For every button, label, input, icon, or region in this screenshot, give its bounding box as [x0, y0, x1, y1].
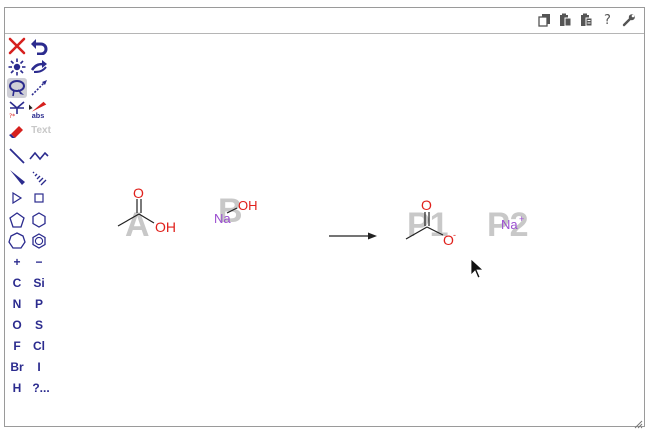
- paste-icon[interactable]: [558, 12, 573, 28]
- atom-button-more[interactable]: ?...: [29, 378, 53, 398]
- sketcher-window: ? ?* abs Text + − C Si N P O S F Cl Br I…: [4, 7, 645, 429]
- paste-special-icon[interactable]: [579, 12, 594, 28]
- top-toolbar: ?: [5, 8, 644, 34]
- clear-icon[interactable]: [7, 36, 27, 56]
- text-tool-label: Text: [31, 124, 51, 136]
- copy-icon[interactable]: [537, 12, 552, 28]
- reaction-icon[interactable]: ?*: [7, 99, 27, 119]
- undo-icon[interactable]: [29, 36, 49, 56]
- drawing-canvas[interactable]: A O OH B Na OH P1 O O - P2 Na +: [55, 35, 644, 426]
- single-bond-icon[interactable]: [7, 146, 27, 166]
- atom-button-cl[interactable]: Cl: [29, 336, 49, 356]
- product-1-o-label: O: [421, 197, 432, 213]
- atom-button-n[interactable]: N: [7, 294, 27, 314]
- svg-text:?*: ?*: [9, 113, 15, 118]
- reactant-b-oh-label: OH: [238, 198, 258, 213]
- atom-button-f[interactable]: F: [7, 336, 27, 356]
- resize-grip-icon[interactable]: [634, 416, 643, 429]
- triangle-icon[interactable]: [7, 188, 27, 208]
- product-2-charge: +: [519, 214, 524, 224]
- reactant-b-na-label: Na: [214, 211, 231, 226]
- clean-icon[interactable]: [7, 57, 27, 77]
- mouse-cursor-icon: [470, 258, 485, 279]
- atom-button-c[interactable]: C: [7, 273, 27, 293]
- settings-wrench-icon[interactable]: [621, 12, 636, 28]
- square-icon[interactable]: [29, 188, 49, 208]
- hash-bond-icon[interactable]: [29, 167, 49, 187]
- pentagon-icon[interactable]: [7, 210, 27, 230]
- benzene-icon[interactable]: [29, 231, 49, 251]
- text-tool-icon[interactable]: Text: [29, 120, 53, 140]
- lasso-select-icon[interactable]: [7, 78, 27, 98]
- arrow-tool-icon[interactable]: [29, 78, 49, 98]
- reactant-a-o-label: O: [133, 185, 144, 201]
- atom-button-o[interactable]: O: [7, 315, 27, 335]
- atom-button-p[interactable]: P: [29, 294, 49, 314]
- atom-button-si[interactable]: Si: [29, 273, 49, 293]
- stereo-icon[interactable]: abs: [29, 99, 49, 120]
- eraser-icon[interactable]: [7, 120, 27, 140]
- minus-charge-icon[interactable]: −: [29, 252, 49, 272]
- atom-button-i[interactable]: I: [29, 357, 49, 377]
- hexagon-icon[interactable]: [29, 210, 49, 230]
- plus-charge-icon[interactable]: +: [7, 252, 27, 272]
- product-1-charge: -: [453, 230, 456, 240]
- heptagon-icon[interactable]: [7, 231, 27, 251]
- atom-button-h[interactable]: H: [7, 378, 27, 398]
- wedge-bond-icon[interactable]: [7, 167, 27, 187]
- reactant-a-oh-label: OH: [155, 219, 176, 235]
- chain-icon[interactable]: [29, 146, 49, 166]
- help-icon[interactable]: ?: [600, 12, 615, 28]
- atom-button-s[interactable]: S: [29, 315, 49, 335]
- atom-button-br[interactable]: Br: [7, 357, 27, 377]
- stereo-abs-label: abs: [32, 111, 45, 120]
- product-2-na-label: Na: [501, 217, 518, 232]
- reaction-arrow[interactable]: [329, 232, 377, 240]
- redo-icon[interactable]: [29, 57, 49, 77]
